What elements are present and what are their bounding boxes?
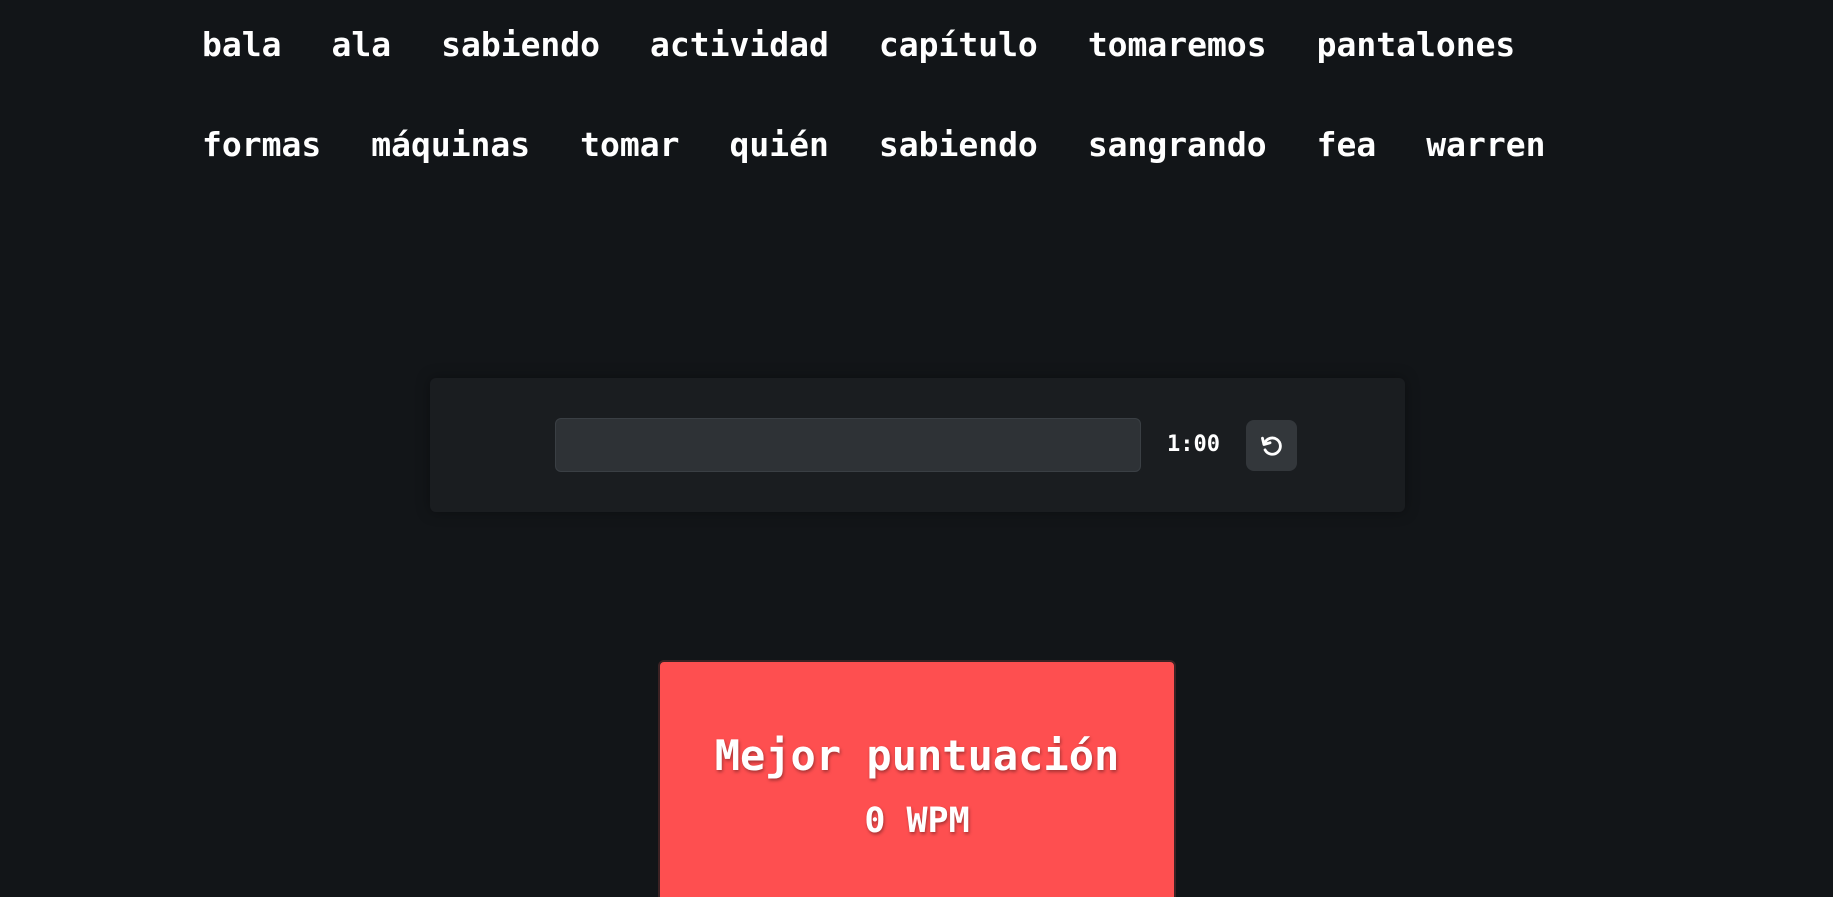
word: quién — [729, 125, 829, 164]
best-score-card: Mejor puntuación 0 WPM — [658, 660, 1176, 897]
word: ala — [331, 25, 392, 64]
typing-controls-panel: 1:00 — [430, 378, 1405, 512]
word: bala — [202, 25, 282, 64]
word: sabiendo — [878, 125, 1038, 164]
word: máquinas — [371, 125, 531, 164]
reset-icon — [1259, 433, 1285, 459]
word: capítulo — [878, 25, 1038, 64]
word: sangrando — [1087, 125, 1267, 164]
word: tomaremos — [1087, 25, 1267, 64]
word: pantalones — [1316, 25, 1516, 64]
word-row-1: bala ala sabiendo actividad capítulo tom… — [202, 20, 1602, 120]
typing-input[interactable] — [555, 418, 1141, 472]
best-score-title: Mejor puntuación — [714, 731, 1120, 780]
word-row-2: formas máquinas tomar quién sabiendo san… — [202, 120, 1602, 220]
word: tomar — [580, 125, 680, 164]
reset-button[interactable] — [1246, 420, 1297, 471]
word: formas — [202, 125, 322, 164]
word: sabiendo — [441, 25, 601, 64]
best-score-value: 0 WPM — [864, 801, 970, 841]
word: actividad — [650, 25, 829, 64]
word: warren — [1426, 125, 1546, 164]
typing-test-page: bala ala sabiendo actividad capítulo tom… — [0, 0, 1833, 897]
timer-display: 1:00 — [1167, 432, 1220, 457]
word: fea — [1316, 125, 1377, 164]
word-list: bala ala sabiendo actividad capítulo tom… — [202, 20, 1602, 220]
